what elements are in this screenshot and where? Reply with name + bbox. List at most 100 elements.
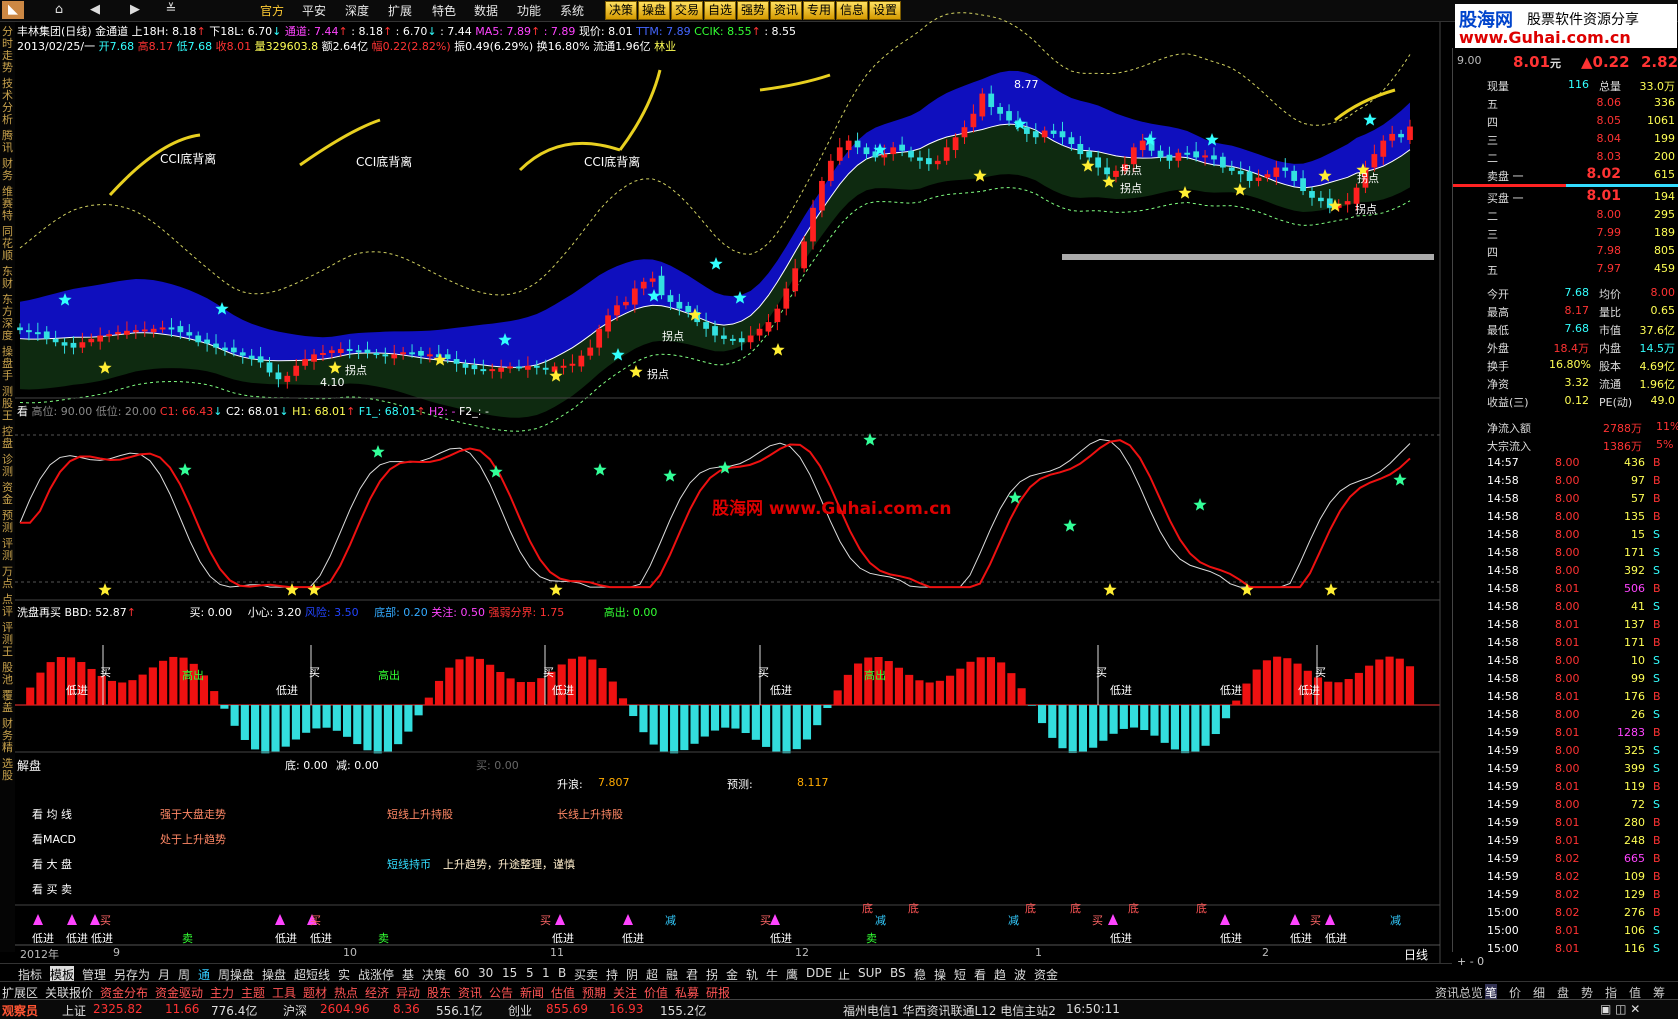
wash-bar-pos — [169, 656, 178, 705]
candle-body — [525, 365, 531, 370]
wash-bar-pos — [424, 697, 433, 705]
candle-body — [596, 328, 603, 348]
rise-wave-value: 7.807 — [598, 776, 630, 789]
kdj-green-star-0 — [178, 463, 192, 476]
candle-body — [908, 150, 914, 158]
wash-bar-neg — [1027, 705, 1036, 706]
candle-body — [1273, 167, 1280, 177]
status-user[interactable]: 观察员 — [2, 1002, 38, 1019]
tick-row: 14:59 8.01 1283 B — [1487, 726, 1661, 739]
indicator-tool-34[interactable]: BS — [890, 966, 906, 980]
candle-body — [979, 93, 986, 117]
y-tick-9: 9.00 — [1457, 54, 1482, 67]
watermark-text: 股海网 www.Guhai.com.cn — [712, 499, 952, 519]
status-bar: 观察员 上证 2325.82 11.66 776.4亿 沪深 2604.96 8… — [0, 999, 1678, 1019]
indicator-tool-17[interactable]: 5 — [526, 966, 534, 980]
candle-body — [373, 352, 380, 355]
candle-body — [569, 363, 576, 366]
status-icons[interactable]: ▣ ◫ ✕ — [1600, 1002, 1640, 1016]
signal-low-in-11: 低进 — [1325, 932, 1347, 945]
signal-reduce-3: 减 — [1390, 914, 1401, 927]
signal-reduce-0: 减 — [665, 914, 676, 927]
tick-row: 14:57 8.00 436 B — [1487, 456, 1661, 469]
predict-value: 8.117 — [797, 776, 829, 789]
wash-bar-pos — [434, 680, 444, 705]
wash-bar-neg — [772, 705, 781, 753]
wash-bar-pos — [956, 668, 965, 705]
wash-bar-neg — [240, 705, 249, 740]
candle-body — [1086, 151, 1093, 158]
indicator-tool-33[interactable]: SUP — [858, 966, 882, 980]
candle-body — [52, 338, 59, 343]
brand-url: www.Guhai.com.cn — [1459, 28, 1631, 47]
wash-bar-pos — [925, 682, 934, 705]
candle-body — [328, 350, 335, 353]
signal-low-in-1: 低进 — [66, 932, 88, 945]
status-sh-value: 2325.82 — [93, 1002, 143, 1016]
jiepan-row-b-0: 短线上升持股 — [387, 808, 453, 821]
jiepan-row-key-0: 看 均 线 — [32, 808, 72, 821]
wash-bar-pos — [618, 698, 628, 705]
wash-bar-neg — [670, 705, 679, 754]
kdj-high: 高位: 90.00 — [31, 405, 93, 418]
candle-body — [293, 365, 300, 376]
indicator-tool-31[interactable]: DDE — [806, 966, 832, 980]
indicator-tool-16[interactable]: 15 — [502, 966, 517, 980]
wash-bar-neg — [302, 705, 311, 733]
candle-body — [712, 326, 718, 336]
candle-body — [863, 147, 870, 155]
candle-body — [1237, 170, 1244, 175]
tick-row: 14:58 8.00 135 B — [1487, 510, 1661, 523]
indicator-tool-18[interactable]: 1 — [542, 966, 550, 980]
wash-bar-pos — [1395, 658, 1404, 705]
wash-bar-neg — [1201, 705, 1210, 746]
candle-body — [614, 305, 620, 316]
wash-bar-neg — [690, 705, 699, 744]
wash-bar-neg — [782, 705, 791, 754]
wash-exit: 高出: 0.00 — [603, 606, 658, 619]
signal-buy-5: 买 — [1310, 914, 1321, 927]
candle-body — [1220, 156, 1226, 168]
candle-body — [1264, 174, 1271, 178]
wash-bar-neg — [1221, 705, 1231, 719]
tick-row: 14:58 8.00 171 S — [1487, 546, 1660, 559]
wash-bar-neg — [751, 705, 760, 740]
signal-buy-2: 买 — [540, 914, 551, 927]
candle-body — [222, 347, 228, 351]
tick-row: 14:58 8.00 41 S — [1487, 600, 1660, 613]
signal-low-in-2: 低进 — [91, 932, 113, 945]
candle-body — [649, 278, 656, 282]
wash-exit-mark-2: 高出 — [864, 669, 886, 682]
tick-pager[interactable]: + - 0 — [1457, 955, 1484, 968]
wash-bar-neg — [414, 705, 423, 716]
indicator-tool-15[interactable]: 30 — [478, 966, 493, 980]
status-hs-change: 8.36 — [393, 1002, 420, 1016]
wash-risk: 风险: 3.50 — [304, 606, 359, 619]
candle-body — [1344, 201, 1351, 205]
status-sh-change: 11.66 — [165, 1002, 200, 1016]
wash-bar-neg — [1170, 705, 1179, 750]
jiepan-row-a-0: 强于大盘走势 — [160, 808, 226, 821]
wash-bar-pos — [475, 658, 484, 705]
candle-body — [1389, 133, 1396, 141]
wash-bar-neg — [649, 705, 658, 745]
tick-row: 14:59 8.02 665 B — [1487, 852, 1661, 865]
jiepan-row-c-2: 上升趋势，升途整理，谨慎 — [443, 858, 575, 871]
signal-low-in-8: 低进 — [1110, 932, 1132, 945]
candle-body — [765, 322, 772, 332]
indicator-tool-19[interactable]: B — [558, 966, 566, 980]
indicator-tool-14[interactable]: 60 — [454, 966, 469, 980]
wash-bar-neg — [1160, 705, 1169, 743]
tick-row: 14:58 8.00 10 S — [1487, 654, 1660, 667]
status-server[interactable]: 福州电信1 华西资讯联通L12 电信主站2 — [843, 1002, 1056, 1019]
kdj-green-star-10 — [1393, 473, 1407, 486]
candle-body — [943, 147, 950, 161]
tick-row: 14:58 8.01 137 B — [1487, 618, 1661, 631]
candle-body — [854, 140, 861, 148]
kdj-green-star-8 — [1063, 519, 1077, 532]
wash-buy-mark-5: 买 — [1315, 666, 1326, 679]
candle-body — [426, 354, 433, 357]
wash-bar-pos — [1334, 682, 1343, 705]
wash-bar-pos — [946, 675, 955, 705]
wash-bar-pos — [976, 657, 985, 705]
